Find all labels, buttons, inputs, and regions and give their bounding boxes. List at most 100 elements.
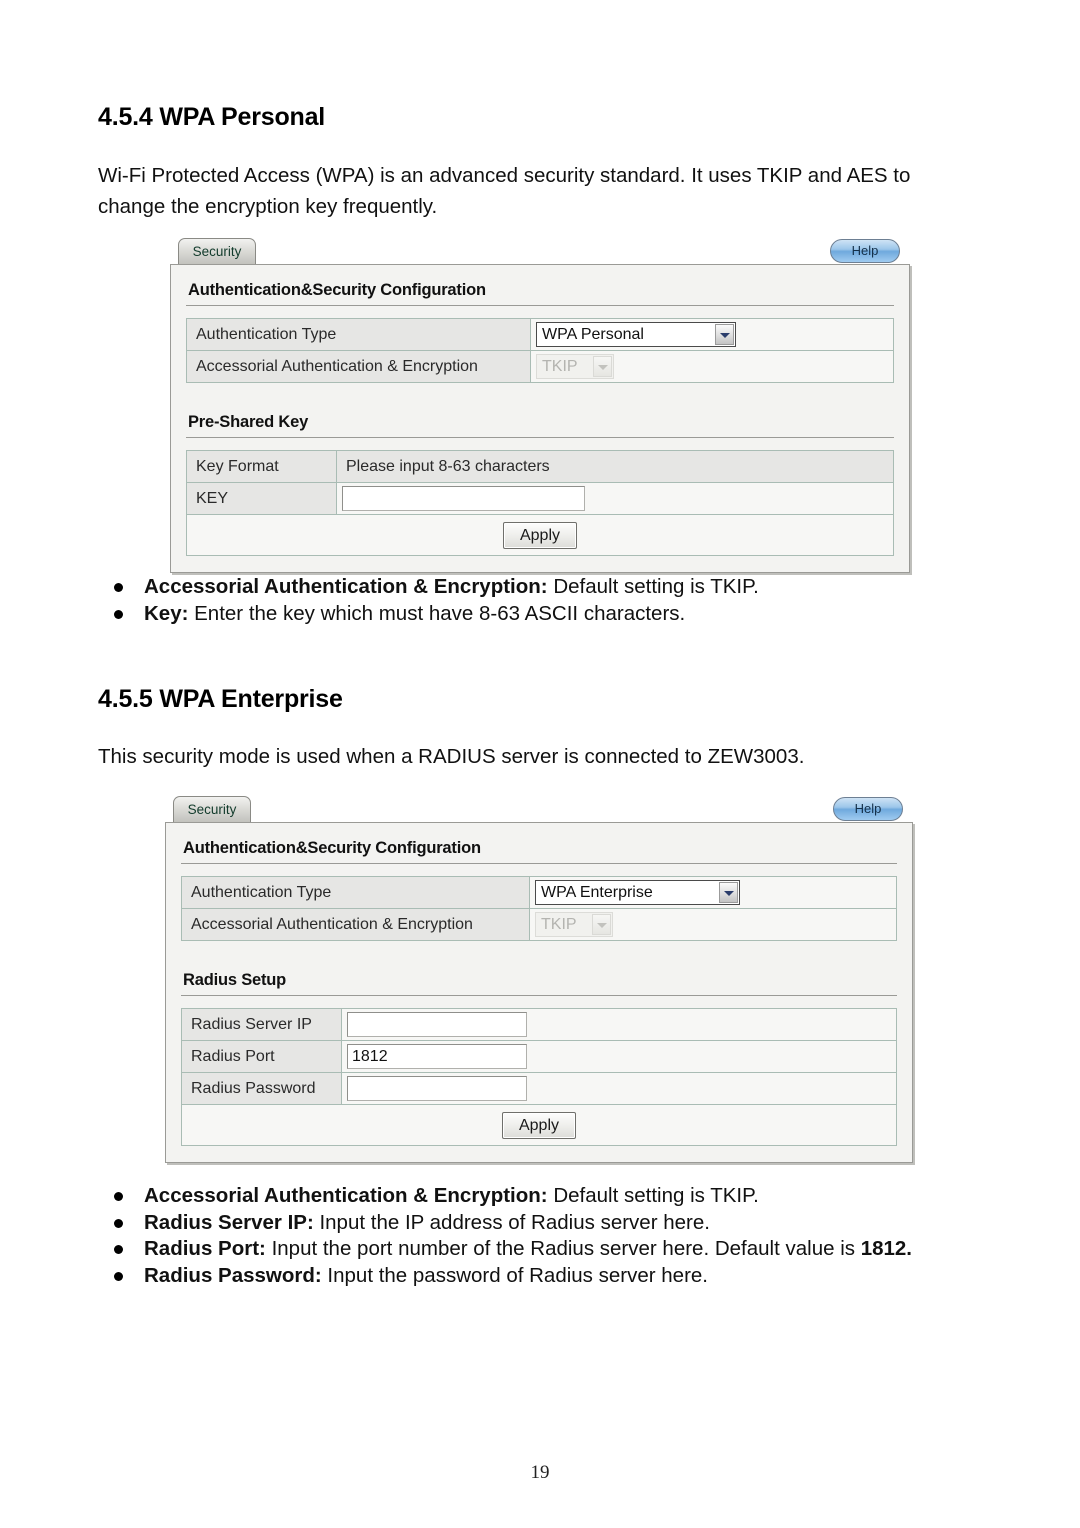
table-row: Radius Server IP bbox=[181, 1008, 897, 1041]
list-item: Accessorial Authentication & Encryption:… bbox=[98, 574, 998, 600]
help-button-label: Help bbox=[854, 801, 882, 816]
encryption-value: TKIP bbox=[542, 358, 578, 375]
cell-authentication-type: WPA Personal bbox=[530, 318, 894, 351]
encryption-select: TKIP bbox=[535, 912, 613, 937]
encryption-value: TKIP bbox=[541, 916, 577, 933]
chevron-down-icon bbox=[593, 356, 612, 377]
table-row: Apply bbox=[186, 514, 894, 556]
chevron-down-icon bbox=[719, 882, 738, 903]
bullet-dot-icon bbox=[114, 1218, 123, 1228]
chevron-down-icon bbox=[715, 324, 734, 345]
section-paragraph-wpa-enterprise: This security mode is used when a RADIUS… bbox=[98, 745, 805, 768]
panel-body: Authentication&Security Configuration Au… bbox=[170, 264, 910, 573]
list-item-text: Enter the key which must have 8-63 ASCII… bbox=[188, 601, 686, 625]
cell-accessorial-auth-encryption: TKIP bbox=[529, 908, 897, 941]
list-item-term: Radius Port: bbox=[144, 1237, 266, 1260]
list-item: Radius Password: Input the password of R… bbox=[98, 1263, 993, 1289]
label-accessorial-auth-encryption: Accessorial Authentication & Encryption bbox=[181, 908, 530, 941]
radius-setup-table: Radius Server IP Radius Port 1812 Radius… bbox=[181, 1008, 897, 1146]
list-item: Accessorial Authentication & Encryption:… bbox=[98, 1183, 993, 1209]
section-title-auth-security: Authentication&Security Configuration bbox=[181, 835, 897, 864]
list-item-term: Radius Server IP: bbox=[144, 1210, 314, 1234]
cell-key bbox=[336, 482, 894, 515]
chevron-down-icon bbox=[592, 914, 611, 935]
list-item-text: Input the IP address of Radius server he… bbox=[313, 1210, 710, 1234]
table-row: KEY bbox=[186, 482, 894, 515]
tab-security[interactable]: Security bbox=[173, 796, 251, 822]
radius-password-input[interactable] bbox=[347, 1076, 527, 1101]
encryption-select: TKIP bbox=[536, 354, 614, 379]
list-item-text: Default setting is TKIP. bbox=[547, 1184, 759, 1207]
panel-body: Authentication&Security Configuration Au… bbox=[165, 822, 913, 1163]
screenshot-wpa-personal: Security Help Authentication&Security Co… bbox=[170, 238, 910, 573]
list-item-term: Radius Password: bbox=[144, 1263, 322, 1287]
list-item-term: Accessorial Authentication & Encryption: bbox=[144, 1184, 548, 1207]
list-item-term: Accessorial Authentication & Encryption: bbox=[144, 575, 548, 598]
radius-port-input[interactable]: 1812 bbox=[347, 1044, 527, 1069]
key-input[interactable] bbox=[342, 486, 585, 511]
list-item: Radius Port: Input the port number of th… bbox=[98, 1236, 993, 1262]
panel-tabstrip: Security Help bbox=[170, 238, 910, 264]
auth-config-table: Authentication Type WPA Enterprise Acces… bbox=[181, 876, 897, 941]
bullet-dot-icon bbox=[114, 583, 123, 592]
bullet-list-wpa-enterprise: Accessorial Authentication & Encryption:… bbox=[98, 1183, 993, 1289]
help-button-label: Help bbox=[851, 243, 879, 258]
cell-apply: Apply bbox=[186, 514, 894, 556]
list-item: Radius Server IP: Input the IP address o… bbox=[98, 1210, 993, 1236]
label-radius-server-ip: Radius Server IP bbox=[181, 1008, 342, 1041]
cell-accessorial-auth-encryption: TKIP bbox=[530, 350, 894, 383]
cell-radius-port: 1812 bbox=[341, 1040, 897, 1073]
list-item: Key: Enter the key which must have 8-63 … bbox=[98, 601, 998, 627]
apply-button[interactable]: Apply bbox=[503, 521, 577, 549]
bullet-dot-icon bbox=[114, 1245, 123, 1254]
value-key-format: Please input 8-63 characters bbox=[336, 450, 894, 483]
label-accessorial-auth-encryption: Accessorial Authentication & Encryption bbox=[186, 350, 531, 383]
tab-security-label: Security bbox=[192, 244, 242, 259]
bullet-dot-icon bbox=[114, 609, 123, 619]
bullet-dot-icon bbox=[114, 1271, 123, 1281]
table-row: Radius Port 1812 bbox=[181, 1040, 897, 1073]
authentication-type-value: WPA Enterprise bbox=[541, 884, 653, 901]
table-row: Authentication Type WPA Enterprise bbox=[181, 876, 897, 909]
cell-apply: Apply bbox=[181, 1104, 897, 1146]
radius-server-ip-input[interactable] bbox=[347, 1012, 527, 1037]
label-radius-password: Radius Password bbox=[181, 1072, 342, 1105]
help-button[interactable]: Help bbox=[833, 797, 903, 821]
section-title-auth-security: Authentication&Security Configuration bbox=[186, 277, 894, 306]
authentication-type-select[interactable]: WPA Enterprise bbox=[535, 880, 740, 905]
section-title-pre-shared-key: Pre-Shared Key bbox=[186, 409, 894, 438]
list-item-term: Key: bbox=[144, 601, 189, 625]
table-row: Accessorial Authentication & Encryption … bbox=[186, 350, 894, 383]
tab-security[interactable]: Security bbox=[178, 238, 256, 264]
label-authentication-type: Authentication Type bbox=[181, 876, 530, 909]
list-item-trailing-bold: 1812. bbox=[860, 1237, 913, 1260]
screenshot-wpa-enterprise: Security Help Authentication&Security Co… bbox=[165, 796, 913, 1163]
auth-config-table: Authentication Type WPA Personal Accesso… bbox=[186, 318, 894, 383]
label-authentication-type: Authentication Type bbox=[186, 318, 531, 351]
bullet-list-wpa-personal: Accessorial Authentication & Encryption:… bbox=[98, 574, 998, 627]
bullet-dot-icon bbox=[114, 1192, 123, 1201]
list-item-text: Input the password of Radius server here… bbox=[321, 1263, 709, 1287]
label-key: KEY bbox=[186, 482, 337, 515]
table-row: Apply bbox=[181, 1104, 897, 1146]
apply-button[interactable]: Apply bbox=[502, 1111, 576, 1139]
table-row: Authentication Type WPA Personal bbox=[186, 318, 894, 351]
authentication-type-select[interactable]: WPA Personal bbox=[536, 322, 736, 347]
list-item-text: Input the port number of the Radius serv… bbox=[265, 1237, 861, 1260]
label-key-format: Key Format bbox=[186, 450, 337, 483]
cell-radius-server-ip bbox=[341, 1008, 897, 1041]
table-row: Accessorial Authentication & Encryption … bbox=[181, 908, 897, 941]
section-heading-wpa-enterprise: 4.5.5 WPA Enterprise bbox=[98, 685, 343, 713]
label-radius-port: Radius Port bbox=[181, 1040, 342, 1073]
tab-security-label: Security bbox=[187, 802, 237, 817]
panel-tabstrip: Security Help bbox=[165, 796, 913, 822]
pre-shared-key-table: Key Format Please input 8-63 characters … bbox=[186, 450, 894, 556]
cell-radius-password bbox=[341, 1072, 897, 1105]
list-item-text: Default setting is TKIP. bbox=[547, 575, 759, 598]
cell-authentication-type: WPA Enterprise bbox=[529, 876, 897, 909]
section-heading-wpa-personal: 4.5.4 WPA Personal bbox=[98, 103, 326, 131]
table-row: Key Format Please input 8-63 characters bbox=[186, 450, 894, 483]
page-number: 19 bbox=[530, 1462, 550, 1483]
section-paragraph-wpa-personal: Wi-Fi Protected Access (WPA) is an advan… bbox=[98, 164, 911, 218]
help-button[interactable]: Help bbox=[830, 239, 900, 263]
